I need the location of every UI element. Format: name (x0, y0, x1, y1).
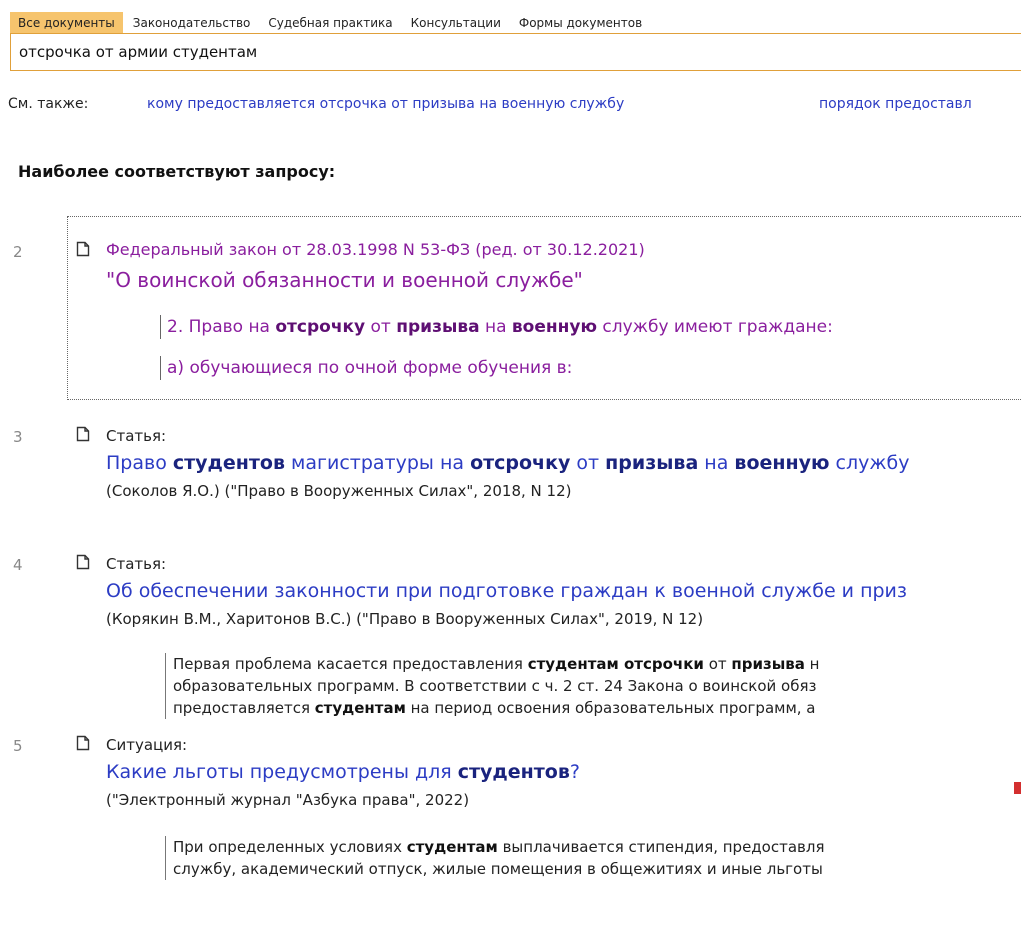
result-snippet: При определенных условиях студентам выпл… (165, 836, 825, 880)
tab-document-forms[interactable]: Формы документов (511, 12, 650, 34)
search-box (10, 33, 1021, 71)
result-snippet: 2. Право на отсрочку от призыва на военн… (160, 315, 833, 339)
best-match-heading: Наиболее соответствуют запросу: (18, 162, 336, 181)
result-title-line2[interactable]: "О воинской обязанности и военной службе… (106, 268, 583, 292)
result-number: 4 (13, 556, 23, 574)
tab-court-practice[interactable]: Судебная практика (260, 12, 400, 34)
see-also-link-2[interactable]: порядок предоставл (819, 96, 972, 112)
marker-flag-icon (1014, 782, 1021, 794)
result-snippet: а) обучающиеся по очной форме обучения в… (160, 356, 572, 380)
see-also-bar: См. также: кому предоставляется отсрочка… (8, 96, 1021, 118)
result-type: Статья: (106, 427, 167, 445)
result-number: 2 (13, 243, 23, 261)
see-also-label: См. также: (8, 96, 89, 112)
document-icon (76, 241, 90, 257)
document-icon (76, 554, 90, 570)
result-number: 5 (13, 737, 23, 755)
result-source: ("Электронный журнал "Азбука права", 202… (106, 791, 470, 809)
result-title[interactable]: Об обеспечении законности при подготовке… (106, 580, 907, 602)
result-source: (Корякин В.М., Харитонов В.С.) ("Право в… (106, 610, 704, 628)
search-input[interactable] (11, 34, 999, 70)
see-also-link-1[interactable]: кому предоставляется отсрочка от призыва… (147, 96, 624, 112)
result-type: Ситуация: (106, 736, 188, 754)
result-type: Статья: (106, 555, 167, 573)
tab-all-documents[interactable]: Все документы (10, 12, 123, 34)
result-snippet: Первая проблема касается предоставления … (165, 653, 819, 719)
document-type-tabs: Все документы Законодательство Судебная … (10, 10, 652, 34)
document-icon (76, 426, 90, 442)
document-icon (76, 735, 90, 751)
result-number: 3 (13, 428, 23, 446)
result-title-line1[interactable]: Федеральный закон от 28.03.1998 N 53-ФЗ … (106, 240, 645, 259)
tab-legislation[interactable]: Законодательство (125, 12, 259, 34)
result-title[interactable]: Какие льготы предусмотрены для студентов… (106, 761, 580, 783)
result-source: (Соколов Я.О.) ("Право в Вооруженных Сил… (106, 482, 572, 500)
tab-consultations[interactable]: Консультации (403, 12, 509, 34)
result-title[interactable]: Право студентов магистратуры на отсрочку… (106, 452, 909, 474)
